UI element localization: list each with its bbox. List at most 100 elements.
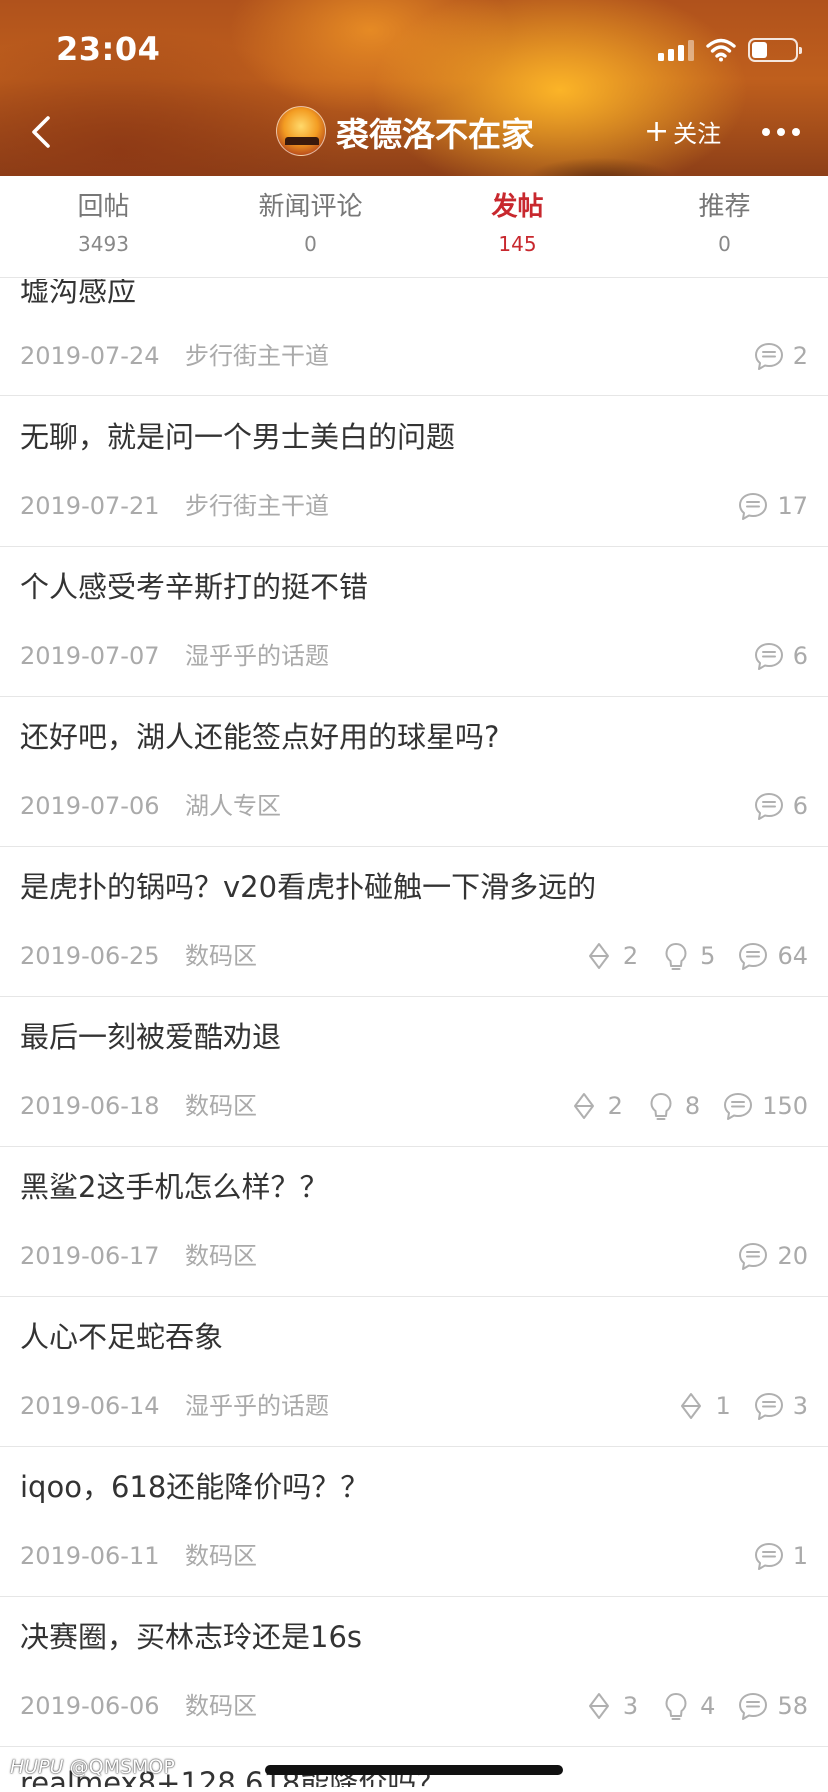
post-board-link[interactable]: 数码区	[185, 1538, 257, 1574]
tab-label: 回帖	[77, 192, 130, 222]
light-stat[interactable]: 5	[660, 938, 715, 974]
recommend-stat[interactable]: 2	[583, 938, 638, 974]
post-board-link[interactable]: 湿乎乎的话题	[185, 1388, 329, 1424]
status-time: 23:04	[56, 30, 161, 68]
tab-label: 发帖	[491, 192, 544, 222]
post-board-link[interactable]: 步行街主干道	[185, 488, 329, 524]
post-title: 是虎扑的锅吗？v20看虎扑碰触一下滑多远的	[20, 870, 597, 904]
profile-tabs: 回帖 3493 新闻评论 0 发帖 145 推荐 0	[0, 176, 828, 278]
light-bulb-icon	[660, 1690, 692, 1722]
reply-stat-count: 64	[777, 942, 808, 970]
battery-icon	[748, 38, 802, 62]
post-date: 2019-06-18	[20, 1092, 160, 1120]
watermark: HUPU @QMSMOP	[10, 1756, 175, 1778]
follow-label: 关注	[673, 120, 722, 148]
post-date: 2019-06-25	[20, 942, 160, 970]
reply-stat[interactable]: 6	[753, 788, 808, 824]
post-board-link[interactable]: 数码区	[185, 1088, 257, 1124]
page-title: 裘德洛不在家	[336, 115, 534, 154]
more-button[interactable]	[762, 118, 814, 146]
post-meta: 2019-07-07 湿乎乎的话题 6	[20, 638, 808, 674]
post-date: 2019-07-21	[20, 492, 160, 520]
post-stats: 6	[753, 788, 808, 824]
comment-bubble-icon	[737, 940, 769, 972]
home-indicator[interactable]	[265, 1765, 563, 1775]
post-title: iqoo，618还能降价吗？？	[20, 1470, 370, 1504]
post-item[interactable]: 决赛圈，买林志玲还是16s 2019-06-06 数码区 3 4 58	[0, 1597, 828, 1747]
post-item[interactable]: 最后一刻被爱酷劝退 2019-06-18 数码区 2 8 150	[0, 997, 828, 1147]
light-stat-count: 5	[700, 942, 716, 970]
post-board-link[interactable]: 湖人专区	[185, 788, 281, 824]
post-meta: 2019-06-14 湿乎乎的话题 1 3	[20, 1388, 808, 1424]
post-meta: 2019-06-25 数码区 2 5 64	[20, 938, 808, 974]
nav-bar: 裘德洛不在家 + 关注	[0, 96, 828, 168]
tab-recommended[interactable]: 推荐 0	[621, 176, 828, 277]
chevron-left-icon	[32, 116, 50, 148]
tab-count: 3493	[78, 232, 129, 256]
post-title: 还好吧，湖人还能签点好用的球星吗?	[20, 720, 500, 754]
reply-stat[interactable]: 2	[753, 338, 808, 374]
recommend-stat[interactable]: 2	[568, 1088, 623, 1124]
post-board-link[interactable]: 数码区	[185, 1688, 257, 1724]
back-button[interactable]	[22, 110, 66, 154]
reply-stat-count: 3	[792, 1392, 808, 1420]
recommend-stat[interactable]: 1	[675, 1388, 731, 1424]
post-meta: 2019-06-18 数码区 2 8 150	[20, 1088, 808, 1124]
comment-bubble-icon	[753, 640, 785, 672]
post-stats: 17	[737, 488, 808, 524]
reply-stat[interactable]: 58	[737, 1688, 808, 1724]
post-meta: 2019-07-06 湖人专区 6	[20, 788, 808, 824]
post-item[interactable]: 个人感受考辛斯打的挺不错 2019-07-07 湿乎乎的话题 6	[0, 547, 828, 697]
light-stat-count: 4	[700, 1692, 716, 1720]
follow-button[interactable]: + 关注	[644, 114, 721, 149]
light-stat[interactable]: 4	[660, 1688, 715, 1724]
tab-news-comments[interactable]: 新闻评论 0	[207, 176, 414, 277]
post-board-link[interactable]: 湿乎乎的话题	[185, 638, 329, 674]
battery-level	[752, 42, 767, 58]
light-stat[interactable]: 8	[645, 1088, 700, 1124]
more-dot	[792, 128, 800, 136]
post-title: 个人感受考辛斯打的挺不错	[20, 570, 369, 604]
post-item[interactable]: 黑鲨2这手机怎么样？？ 2019-06-17 数码区 20	[0, 1147, 828, 1297]
post-item[interactable]: 人心不足蛇吞象 2019-06-14 湿乎乎的话题 1 3	[0, 1297, 828, 1447]
post-list[interactable]: 墟沟感应 2019-07-24 步行街主干道 2 无聊，就是问一个男士美白的问题 2019…	[0, 279, 828, 1792]
post-board-link[interactable]: 数码区	[185, 1238, 257, 1274]
post-item[interactable]: 无聊，就是问一个男士美白的问题 2019-07-21 步行街主干道 17	[0, 397, 828, 547]
post-item[interactable]: 墟沟感应 2019-07-24 步行街主干道 2	[0, 279, 828, 396]
recommend-diamond-icon	[583, 940, 615, 972]
reply-stat[interactable]: 64	[737, 938, 808, 974]
comment-bubble-icon	[753, 1390, 785, 1422]
cellular-signal-icon	[658, 39, 694, 61]
comment-bubble-icon	[753, 790, 785, 822]
post-item[interactable]: 还好吧，湖人还能签点好用的球星吗? 2019-07-06 湖人专区 6	[0, 697, 828, 847]
avatar[interactable]	[276, 106, 326, 156]
post-item[interactable]: 是虎扑的锅吗？v20看虎扑碰触一下滑多远的 2019-06-25 数码区 2 5 64	[0, 847, 828, 997]
reply-stat[interactable]: 20	[737, 1238, 808, 1274]
reply-stat[interactable]: 6	[753, 638, 808, 674]
more-dot	[777, 128, 785, 136]
reply-stat[interactable]: 1	[753, 1538, 808, 1574]
recommend-stat[interactable]: 3	[583, 1688, 638, 1724]
post-title: 决赛圈，买林志玲还是16s	[20, 1620, 363, 1654]
post-stats: 2	[753, 338, 808, 374]
reply-stat-count: 2	[792, 342, 808, 370]
post-date: 2019-06-06	[20, 1692, 160, 1720]
post-board-link[interactable]: 步行街主干道	[185, 338, 329, 374]
reply-stat-count: 1	[792, 1542, 808, 1570]
tab-posts[interactable]: 发帖 145	[414, 176, 621, 277]
tab-replies[interactable]: 回帖 3493	[0, 176, 207, 277]
comment-bubble-icon	[722, 1090, 754, 1122]
post-title: 人心不足蛇吞象	[20, 1320, 224, 1354]
reply-stat[interactable]: 3	[753, 1388, 808, 1424]
tab-label: 新闻评论	[258, 192, 363, 222]
reply-stat[interactable]: 150	[722, 1088, 808, 1124]
post-meta: 2019-06-17 数码区 20	[20, 1238, 808, 1274]
reply-stat[interactable]: 17	[737, 488, 808, 524]
recommend-stat-count: 2	[607, 1092, 623, 1120]
light-bulb-icon	[660, 940, 692, 972]
post-title: 墟沟感应	[20, 279, 137, 308]
post-board-link[interactable]: 数码区	[185, 938, 257, 974]
recommend-diamond-icon	[675, 1390, 707, 1422]
status-icons	[658, 36, 802, 64]
post-item[interactable]: iqoo，618还能降价吗？？ 2019-06-11 数码区 1	[0, 1447, 828, 1597]
